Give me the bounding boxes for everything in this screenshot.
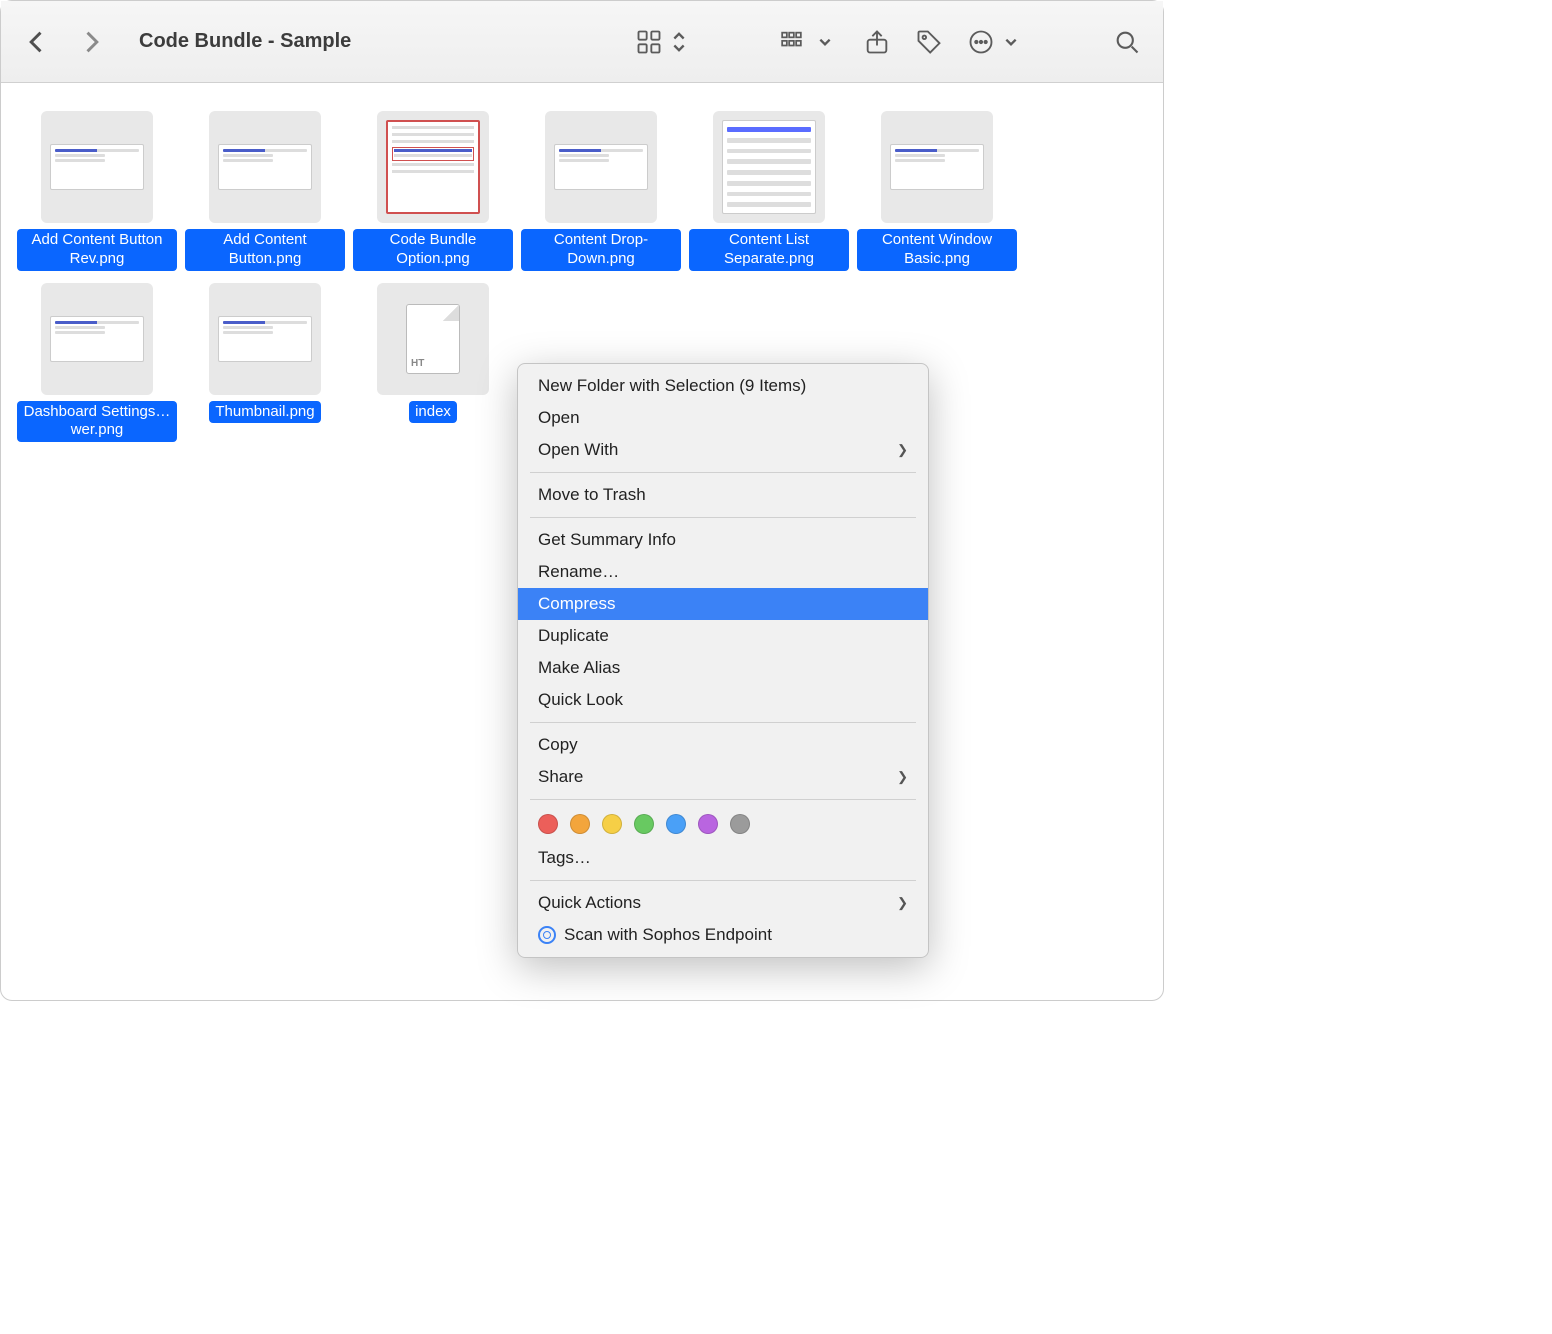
menu-separator [530,722,916,723]
file-thumbnail [377,283,489,395]
chevron-right-icon: ❯ [897,895,908,911]
file-label: Content Drop-Down.png [521,229,681,271]
tag-color-dot[interactable] [730,814,750,834]
file-label: Code Bundle Option.png [353,229,513,271]
menu-item-label: Quick Look [538,690,623,710]
group-button[interactable] [781,28,839,56]
menu-item[interactable]: Compress [518,588,928,620]
tag-color-dot[interactable] [698,814,718,834]
file-thumbnail [41,283,153,395]
menu-item-label: Tags… [538,848,591,868]
menu-separator [530,517,916,518]
menu-item-label: Open With [538,440,618,460]
file-item[interactable]: Content Drop-Down.png [517,111,685,271]
share-button[interactable] [863,28,891,56]
chevron-right-icon: ❯ [897,769,908,785]
menu-item[interactable]: Tags… [518,842,928,874]
file-thumbnail [881,111,993,223]
tag-button[interactable] [915,28,943,56]
menu-item-label: Quick Actions [538,893,641,913]
menu-item-label: Copy [538,735,578,755]
tags-color-row [518,806,928,842]
menu-item-label: Open [538,408,580,428]
context-menu: New Folder with Selection (9 Items) Open O… [517,363,929,958]
menu-item[interactable]: Move to Trash [518,479,928,511]
menu-separator [530,880,916,881]
tag-color-dot[interactable] [634,814,654,834]
search-button[interactable] [1113,28,1141,56]
tag-color-dot[interactable] [602,814,622,834]
tag-color-dot[interactable] [666,814,686,834]
file-label: Content Window Basic.png [857,229,1017,271]
menu-item[interactable]: Duplicate [518,620,928,652]
menu-item-label: Scan with Sophos Endpoint [564,925,772,945]
menu-item-label: Get Summary Info [538,530,676,550]
menu-item-label: Rename… [538,562,619,582]
menu-item[interactable]: Get Summary Info [518,524,928,556]
more-button[interactable] [967,28,1025,56]
menu-item[interactable]: Copy [518,729,928,761]
file-label: Thumbnail.png [209,401,320,424]
file-item[interactable]: Add Content Button Rev.png [13,111,181,271]
menu-item-label: Compress [538,594,615,614]
view-mode-button[interactable] [635,28,693,56]
toolbar: Code Bundle - Sample [1,1,1163,83]
menu-item[interactable]: Open [518,402,928,434]
menu-separator [530,799,916,800]
menu-item[interactable]: Share ❯ [518,761,928,793]
window-title: Code Bundle - Sample [139,30,351,53]
file-label: Add Content Button Rev.png [17,229,177,271]
menu-item[interactable]: Quick Actions ❯ [518,887,928,919]
forward-button[interactable] [77,28,105,56]
menu-separator [530,472,916,473]
menu-item[interactable]: Open With ❯ [518,434,928,466]
menu-item-label: Share [538,767,583,787]
file-label: Content List Separate.png [689,229,849,271]
file-item[interactable]: Add Content Button.png [181,111,349,271]
file-thumbnail [377,111,489,223]
menu-item[interactable]: Quick Look [518,684,928,716]
file-item[interactable]: index [349,283,517,443]
file-thumbnail [209,283,321,395]
menu-item-label: Make Alias [538,658,620,678]
menu-item-scan[interactable]: Scan with Sophos Endpoint [518,919,928,951]
file-thumbnail [41,111,153,223]
menu-item[interactable]: New Folder with Selection (9 Items) [518,370,928,402]
file-label: index [409,401,457,424]
file-item[interactable]: Code Bundle Option.png [349,111,517,271]
file-thumbnail [209,111,321,223]
file-thumbnail [713,111,825,223]
file-item[interactable]: Thumbnail.png [181,283,349,443]
menu-item-label: Move to Trash [538,485,646,505]
menu-item-label: New Folder with Selection (9 Items) [538,376,806,396]
tag-color-dot[interactable] [538,814,558,834]
file-thumbnail [545,111,657,223]
file-item[interactable]: Content List Separate.png [685,111,853,271]
file-label: Add Content Button.png [185,229,345,271]
chevron-right-icon: ❯ [897,442,908,458]
menu-item-label: Duplicate [538,626,609,646]
file-item[interactable]: Dashboard Settings…wer.png [13,283,181,443]
file-item[interactable]: Content Window Basic.png [853,111,1021,271]
nav-buttons [23,28,105,56]
back-button[interactable] [23,28,51,56]
menu-item[interactable]: Rename… [518,556,928,588]
sophos-icon [538,926,556,944]
tag-color-dot[interactable] [570,814,590,834]
file-label: Dashboard Settings…wer.png [17,401,177,443]
menu-item[interactable]: Make Alias [518,652,928,684]
